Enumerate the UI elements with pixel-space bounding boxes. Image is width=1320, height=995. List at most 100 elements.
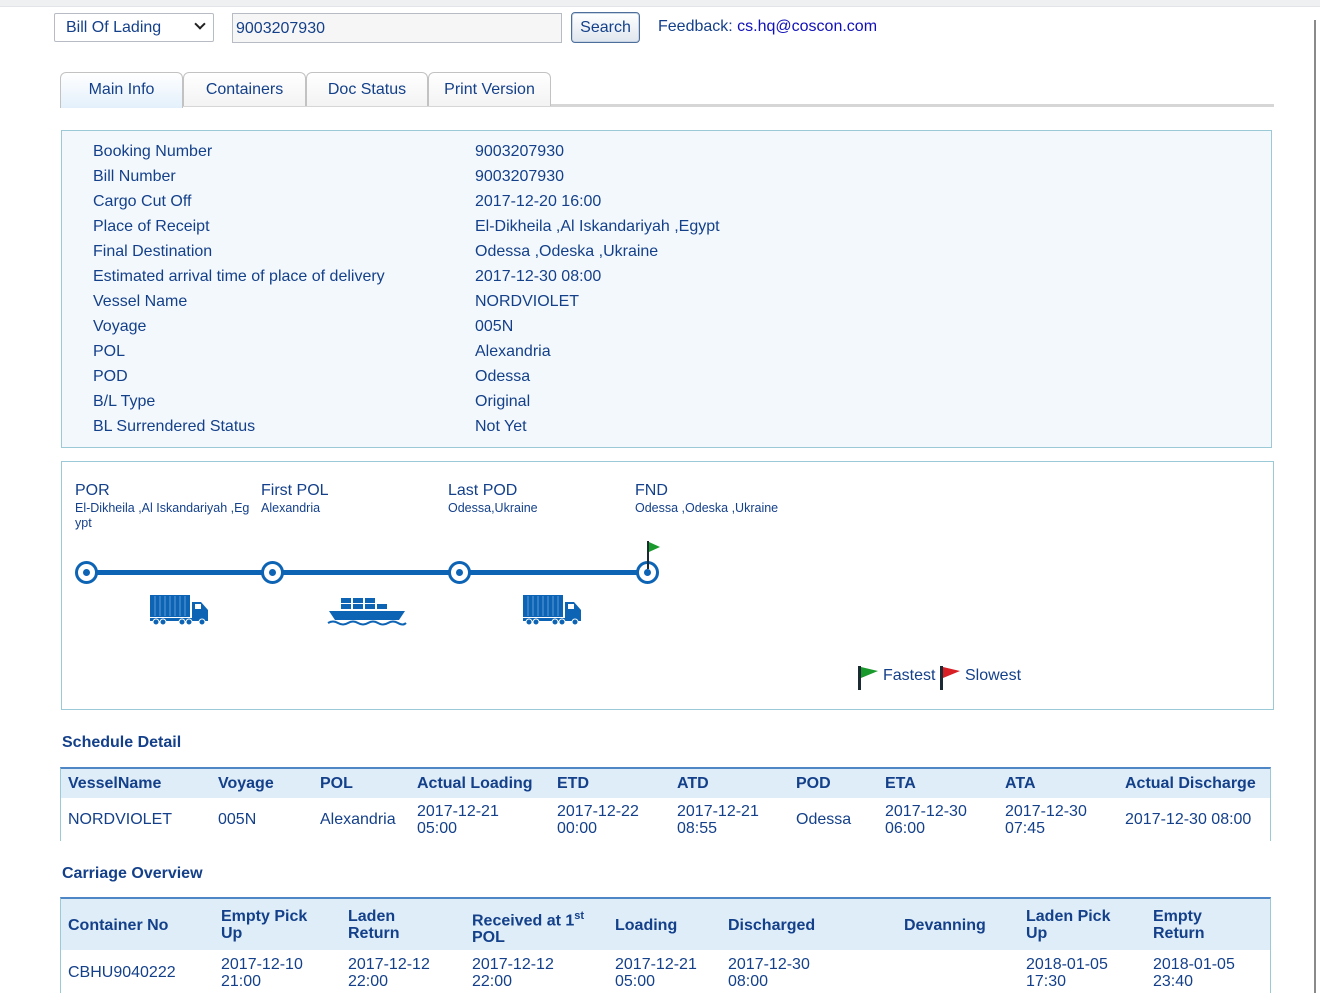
col-header: ETD [557,775,589,792]
info-label: Place of Receipt [93,218,210,235]
stop-name: First POL [261,482,329,499]
legend-fastest: Fastest [883,667,936,684]
table-cell: 2018-01-05 17:30 [1026,956,1108,990]
info-row-bl-surrendered-status: BL Surrendered Status Not Yet [62,418,1271,443]
route-stop-first-pol: First POL Alexandria [261,482,451,516]
info-label: Estimated arrival time of place of deliv… [93,268,385,285]
info-label: BL Surrendered Status [93,418,256,435]
col-header: Actual Loading [417,775,533,792]
info-label: Cargo Cut Off [93,193,192,210]
info-value: Odessa ,Odeska ,Ukraine [475,243,659,260]
info-label: Bill Number [93,168,176,185]
col-header: ATD [677,775,709,792]
feedback-label: Feedback: [658,18,733,35]
col-header: Container No [68,917,169,934]
table-cell: 2017-12-21 08:55 [677,803,759,837]
search-button[interactable]: Search [571,12,640,43]
table-cell: 2017-12-10 21:00 [221,956,303,990]
table-cell: 2017-12-30 08:00 [728,956,810,990]
col-header: Loading [615,917,678,934]
info-value: 2017-12-20 16:00 [475,193,602,210]
info-row-bill-number: Bill Number 9003207930 [62,168,1271,193]
route-node-last-pod [448,561,471,584]
info-label: B/L Type [93,393,156,410]
table-cell: 2017-12-21 05:00 [615,956,697,990]
truck-icon [523,595,581,626]
col-header: POD [796,775,831,792]
ship-icon [327,598,407,626]
table-cell: 2017-12-30 08:00 [1125,811,1252,828]
info-value: 9003207930 [475,143,564,160]
green-flag-icon [647,541,660,569]
info-row-bl-type: B/L Type Original [62,393,1271,418]
stop-name: POR [75,482,110,499]
col-header: Actual Discharge [1125,775,1256,792]
tab-containers[interactable]: Containers [183,72,306,106]
col-header: Empty Pick Up [221,908,308,942]
col-header: Laden Pick Up [1026,908,1111,942]
feedback-email-link[interactable]: cs.hq@coscon.com [737,18,877,35]
col-header: Empty Return [1153,908,1205,942]
stop-place: Alexandria [261,501,321,515]
route-stop-fnd: FND Odessa ,Odeska ,Ukraine [635,482,835,516]
truck-icon [150,595,208,626]
info-label: POD [93,368,128,385]
main-info-panel: Booking Number 9003207930 Bill Number 9003… [61,130,1272,448]
info-row-cargo-cut-off: Cargo Cut Off 2017-12-20 16:00 [62,193,1271,218]
fastest-flag-icon [858,666,878,690]
stop-place: Odessa,Ukraine [448,501,538,515]
route-node-por [75,561,98,584]
col-header: VesselName [68,775,162,792]
info-value: Not Yet [475,418,527,435]
table-cell: 2017-12-30 06:00 [885,803,967,837]
route-line [87,570,648,575]
table-cell: 2017-12-22 00:00 [557,803,639,837]
slowest-flag-icon [940,666,960,690]
info-row-eta-delivery: Estimated arrival time of place of deliv… [62,268,1271,293]
col-header: Laden Return [348,908,400,942]
carriage-table-header: Container No Empty Pick Up Laden Return … [61,899,1270,950]
table-cell: 2017-12-30 07:45 [1005,803,1087,837]
info-label: POL [93,343,126,360]
chevron-down-icon [194,18,206,30]
info-row-vessel-name: Vessel Name NORDVIOLET [62,293,1271,318]
info-row-place-of-receipt: Place of Receipt El-Dikheila ,Al Iskandar… [62,218,1271,243]
info-label: Voyage [93,318,147,335]
info-value: Odessa [475,368,531,385]
bl-number-input[interactable] [232,13,562,43]
schedule-table: VesselName Voyage POL Actual Loading ETD… [60,767,1271,841]
carriage-overview-title: Carriage Overview [62,865,203,882]
table-cell: Odessa [796,811,852,828]
received-suffix: POL [472,929,505,947]
tab-main-info[interactable]: Main Info [60,72,183,108]
tab-print-version[interactable]: Print Version [428,72,551,106]
table-cell: NORDVIOLET [68,811,173,828]
col-header-received: Received at 1st POL [472,908,612,946]
col-header: POL [320,775,353,792]
route-stop-por: POR El-Dikheila ,Al Iskandariyah ,Egypt [75,482,255,531]
route-panel: POR El-Dikheila ,Al Iskandariyah ,Egypt … [61,461,1274,710]
table-cell: 2017-12-12 22:00 [348,956,430,990]
info-row-booking-number: Booking Number 9003207930 [62,143,1271,168]
info-value: Original [475,393,531,410]
info-value: El-Dikheila ,Al Iskandariyah ,Egypt [475,218,720,235]
table-cell: 2017-12-21 05:00 [417,803,499,837]
doc-type-select[interactable]: Bill Of Lading [54,13,214,42]
info-row-voyage: Voyage 005N [62,318,1271,343]
info-value: 005N [475,318,514,335]
scrollbar[interactable] [1314,20,1316,993]
table-cell: CBHU9040222 [68,964,176,981]
route-node-first-pol [261,561,284,584]
col-header: Voyage [218,775,274,792]
info-value: Alexandria [475,343,551,360]
stop-name: FND [635,482,668,499]
doc-type-value: Bill Of Lading [66,19,162,36]
stop-place: Odessa ,Odeska ,Ukraine [635,501,779,515]
table-row: CBHU9040222 2017-12-10 21:00 2017-12-12 … [61,950,1270,995]
tab-doc-status[interactable]: Doc Status [306,72,428,106]
table-cell: 005N [218,811,257,828]
table-row: NORDVIOLET 005N Alexandria 2017-12-21 05… [61,798,1270,841]
col-header: Discharged [728,917,816,934]
col-header: ETA [885,775,916,792]
info-value: 2017-12-30 08:00 [475,268,602,285]
